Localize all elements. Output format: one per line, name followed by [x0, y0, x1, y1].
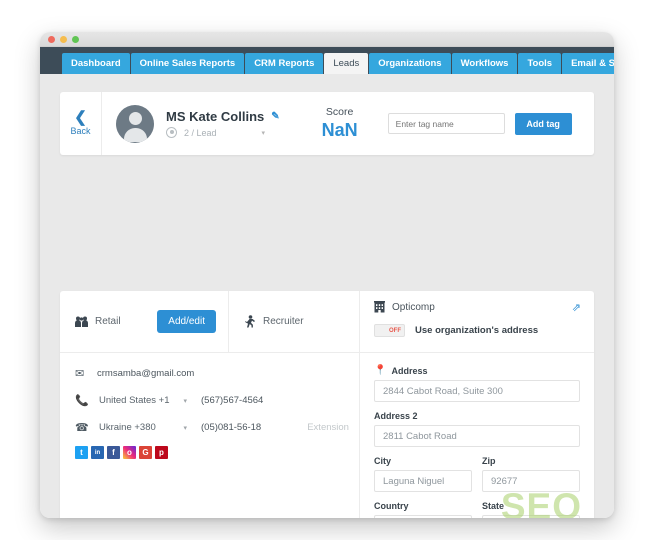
- zip-label: Zip: [482, 456, 496, 466]
- google-plus-icon[interactable]: G: [139, 446, 152, 459]
- chevron-left-icon: ❮: [74, 108, 87, 126]
- nav-tab-email-sms-drip[interactable]: Email & SMS Drip: [562, 53, 614, 74]
- window-maximize-button[interactable]: [72, 35, 79, 43]
- back-label: Back: [70, 125, 91, 136]
- country-label: Country: [374, 501, 409, 511]
- instagram-icon[interactable]: o: [123, 446, 136, 459]
- country-select[interactable]: United States ▾: [374, 515, 472, 518]
- state-label: State: [482, 501, 505, 511]
- nav-tab-leads[interactable]: Leads: [324, 53, 369, 74]
- phone-number-2[interactable]: (05)081-56-18: [201, 422, 261, 433]
- social-links-row: t in f o G p: [75, 446, 359, 459]
- contact-column: Retail Add/edit Recruiter ✉ crmsamba@gma…: [60, 290, 360, 518]
- nav-tab-crm-reports[interactable]: CRM Reports: [245, 53, 324, 74]
- use-org-address-toggle[interactable]: OFF: [374, 324, 405, 337]
- map-pin-icon: 📍: [374, 365, 387, 376]
- chevron-down-icon: ▾: [183, 397, 187, 405]
- landline-phone-icon: ☎: [75, 422, 89, 434]
- pinterest-icon[interactable]: p: [155, 446, 168, 459]
- zip-input[interactable]: [482, 470, 580, 492]
- segment-retail: Retail Add/edit: [60, 291, 228, 353]
- lead-status-row: 2 / Lead ▾: [166, 127, 280, 138]
- page-title: MS Kate Collins: [166, 109, 265, 124]
- nav-tab-dashboard[interactable]: Dashboard: [62, 53, 130, 74]
- window-minimize-button[interactable]: [60, 35, 67, 43]
- back-button[interactable]: ❮ Back: [60, 92, 102, 155]
- city-input[interactable]: [374, 470, 472, 492]
- profile-text-block: MS Kate Collins ✎ 2 / Lead ▾: [166, 109, 280, 138]
- extension-field[interactable]: Extension: [307, 422, 349, 433]
- address-column: Opticomp ⇗ OFF Use organization's addres…: [360, 291, 594, 518]
- window-title-bar: [40, 32, 614, 47]
- avatar: [116, 104, 154, 143]
- nav-tab-tools[interactable]: Tools: [518, 53, 562, 74]
- segment-row: Retail Add/edit Recruiter: [60, 290, 359, 353]
- score-block: Score NaN: [322, 106, 358, 141]
- nav-tab-online-sales-reports[interactable]: Online Sales Reports: [130, 53, 245, 74]
- address-label: Address: [391, 365, 428, 376]
- building-icon: [374, 301, 385, 313]
- window-close-button[interactable]: [48, 35, 55, 43]
- browser-window: Dashboard Online Sales Reports CRM Repor…: [40, 32, 614, 518]
- nav-tab-workflows[interactable]: Workflows: [451, 53, 518, 74]
- address-form: 📍 Address Address 2 City Zip: [360, 353, 594, 518]
- external-link-icon[interactable]: ⇗: [572, 301, 581, 314]
- pencil-icon[interactable]: ✎: [271, 111, 279, 122]
- twitter-icon[interactable]: t: [75, 446, 88, 459]
- organization-address-toggle-row: OFF Use organization's address: [374, 324, 580, 337]
- contact-email-row: ✉ crmsamba@gmail.com: [75, 367, 359, 380]
- address2-input[interactable]: [374, 425, 580, 447]
- city-label: City: [374, 456, 392, 466]
- page-body: ❮ Back MS Kate Collins ✎ 2 / Lead ▾ Scor…: [40, 74, 614, 518]
- organization-name-row: Opticomp: [374, 301, 580, 313]
- segment-recruiter: Recruiter: [228, 290, 359, 353]
- country-code-select-1[interactable]: United States +1 ▾: [99, 395, 187, 406]
- tag-name-input[interactable]: [387, 113, 505, 134]
- envelope-icon: ✉: [75, 368, 85, 380]
- linkedin-icon[interactable]: in: [91, 446, 104, 459]
- country-code-value-2: Ukraine +380: [99, 422, 156, 433]
- score-value: NaN: [321, 120, 358, 140]
- segment-retail-label: Retail: [95, 316, 121, 327]
- contact-phone-row-2: ☎ Ukraine +380 ▾ (05)081-56-18 Extension: [75, 421, 359, 434]
- recruiter-person-icon: [245, 315, 255, 328]
- lead-status-icon: [166, 127, 177, 138]
- city-zip-row: City Zip: [374, 456, 580, 501]
- score-label: Score: [325, 106, 354, 118]
- phone-number-1[interactable]: (567)567-4564: [201, 395, 263, 406]
- chevron-down-icon: ▾: [183, 424, 187, 432]
- lead-details-card: Retail Add/edit Recruiter ✉ crmsamba@gma…: [60, 290, 594, 518]
- organization-name: Opticomp: [392, 301, 435, 313]
- country-state-row: Country United States ▾ State California…: [374, 501, 580, 518]
- facebook-icon[interactable]: f: [107, 446, 120, 459]
- contact-list: ✉ crmsamba@gmail.com 📞 United States +1 …: [60, 353, 359, 459]
- lead-name-row: MS Kate Collins ✎: [166, 109, 280, 124]
- state-select[interactable]: California ▾: [482, 515, 580, 518]
- nav-tab-organizations[interactable]: Organizations: [369, 53, 451, 74]
- address-label-row: 📍 Address: [374, 365, 580, 376]
- segment-recruiter-label: Recruiter: [263, 316, 304, 327]
- use-org-address-label: Use organization's address: [415, 325, 539, 336]
- lead-profile-card: ❮ Back MS Kate Collins ✎ 2 / Lead ▾ Scor…: [60, 92, 594, 155]
- email-value[interactable]: crmsamba@gmail.com: [97, 368, 194, 379]
- contact-phone-row-1: 📞 United States +1 ▾ (567)567-4564: [75, 394, 359, 407]
- chevron-down-icon[interactable]: ▾: [262, 129, 266, 137]
- country-code-select-2[interactable]: Ukraine +380 ▾: [99, 422, 187, 433]
- toggle-state-label: OFF: [389, 327, 401, 334]
- add-edit-button[interactable]: Add/edit: [157, 310, 216, 333]
- add-tag-button[interactable]: Add tag: [514, 112, 572, 135]
- retail-group-icon: [75, 316, 88, 327]
- main-navigation: Dashboard Online Sales Reports CRM Repor…: [40, 47, 614, 74]
- mobile-phone-icon: 📞: [75, 395, 89, 407]
- address2-label: Address 2: [374, 411, 418, 421]
- country-code-value-1: United States +1: [99, 395, 170, 406]
- address-input[interactable]: [374, 380, 580, 402]
- lead-status-text: 2 / Lead: [184, 127, 217, 138]
- organization-row: Opticomp ⇗ OFF Use organization's addres…: [360, 291, 594, 353]
